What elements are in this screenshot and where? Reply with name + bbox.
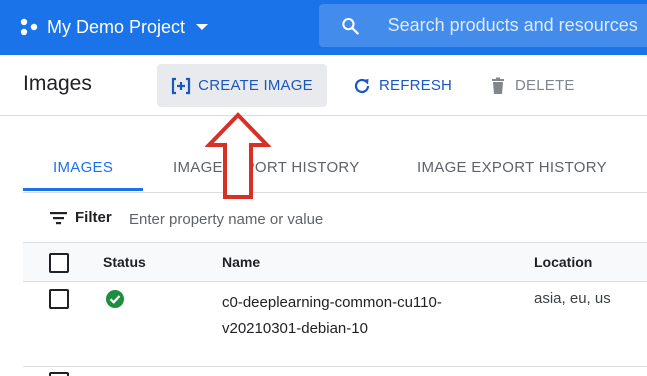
search-icon: [342, 17, 359, 35]
search-bar[interactable]: [319, 4, 647, 47]
check-circle-icon: [106, 290, 124, 308]
column-name[interactable]: Name: [222, 254, 260, 270]
refresh-icon: [354, 78, 370, 93]
top-bar: My Demo Project: [0, 0, 647, 55]
row-checkbox[interactable]: [49, 289, 69, 309]
table-header: Status Name Location: [23, 243, 647, 282]
chevron-down-icon: [196, 24, 209, 30]
column-status[interactable]: Status: [103, 254, 146, 270]
image-location: asia, eu, us: [534, 290, 611, 307]
image-name-line-1: c0-deeplearning-common-cu110-: [222, 294, 442, 311]
tab-image-export-history[interactable]: IMAGE EXPORT HISTORY: [417, 159, 607, 176]
create-image-button[interactable]: CREATE IMAGE: [157, 64, 327, 107]
table-row[interactable]: c0-deeplearning-common-cu110- v20210301-…: [23, 282, 647, 367]
tab-images[interactable]: IMAGES: [53, 159, 113, 176]
delete-button[interactable]: DELETE: [488, 64, 575, 107]
refresh-button[interactable]: REFRESH: [352, 64, 452, 107]
filter-list-icon: [50, 212, 67, 225]
delete-label: DELETE: [515, 77, 575, 94]
table-row-partial: [23, 367, 647, 376]
column-location[interactable]: Location: [534, 254, 592, 270]
project-selector[interactable]: My Demo Project: [20, 13, 209, 41]
filter-label: Filter: [75, 209, 112, 226]
row-checkbox-partial[interactable]: [49, 372, 69, 376]
tab-bar: IMAGES IMAGE IMPORT HISTORY IMAGE EXPORT…: [23, 146, 647, 193]
add-box-icon: [172, 77, 191, 94]
project-hexagon-icon: [20, 18, 38, 36]
image-name[interactable]: c0-deeplearning-common-cu110- v20210301-…: [222, 290, 502, 342]
active-tab-indicator: [23, 188, 143, 191]
page-title: Images: [23, 72, 92, 95]
filter-bar: Filter: [23, 196, 647, 243]
image-name-line-2: v20210301-debian-10: [222, 320, 368, 337]
trash-icon: [492, 77, 504, 94]
project-name: My Demo Project: [47, 16, 186, 37]
action-bar: Images CREATE IMAGE REFRESH DELETE: [0, 55, 647, 116]
select-all-checkbox[interactable]: [49, 253, 69, 273]
search-input[interactable]: [385, 14, 647, 37]
create-image-label: CREATE IMAGE: [198, 77, 313, 94]
refresh-label: REFRESH: [379, 77, 453, 94]
annotation-up-arrow-icon: [205, 112, 271, 199]
filter-input[interactable]: [127, 206, 431, 232]
